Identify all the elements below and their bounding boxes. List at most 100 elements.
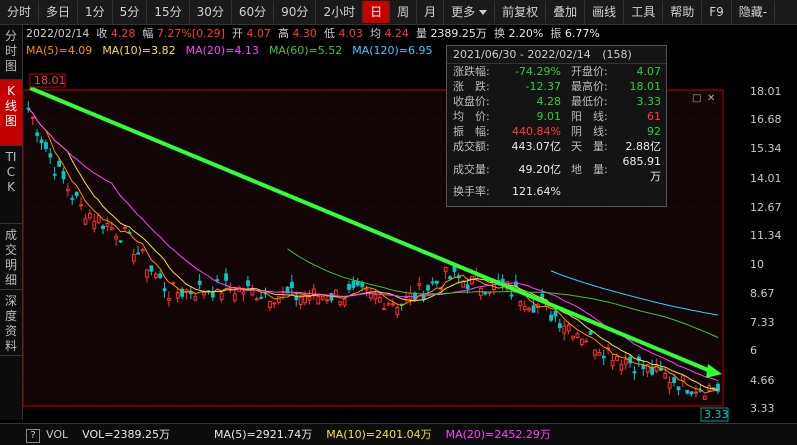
candle-body <box>465 284 470 290</box>
toolbar-item-7[interactable]: 90分 <box>274 1 317 23</box>
toolbar-item-14[interactable]: 叠加 <box>546 1 586 23</box>
left-tab-4[interactable]: 深度资料 <box>0 290 22 356</box>
toolbar-item-2[interactable]: 1分 <box>78 1 113 23</box>
y-axis-tick: 11.34 <box>750 229 782 242</box>
close-icon[interactable]: ✕ <box>707 94 717 104</box>
window-icon[interactable]: □ <box>692 94 702 104</box>
price-axis: 18.01 16.68 15.34 14.01 12.67 11.34 10 8.67 7.33… <box>750 85 782 415</box>
candle-body <box>623 358 628 365</box>
popup-cell-l2: 最高价: <box>571 80 608 93</box>
popup-cell-l2: 开盘价: <box>571 65 608 78</box>
candle-body <box>254 298 259 301</box>
candle-body <box>531 305 536 313</box>
chevron-down-icon <box>479 10 488 15</box>
candle-body <box>61 171 66 180</box>
candle-body <box>641 364 646 370</box>
toolbar-item-13[interactable]: 前复权 <box>495 1 547 23</box>
candle-body <box>241 291 246 295</box>
candle-body <box>426 285 431 291</box>
toolbar-item-15[interactable]: 画线 <box>585 1 625 23</box>
left-tab-2[interactable]: TICK <box>0 146 22 224</box>
popup-cell-v2: 18.01 <box>629 80 662 93</box>
candle-body <box>153 273 158 279</box>
candle-body <box>557 323 562 329</box>
candle-body <box>562 325 567 334</box>
toolbar-item-10[interactable]: 周 <box>390 1 418 23</box>
high-marker: 18.01 <box>34 74 66 87</box>
candle-body <box>584 340 589 343</box>
left-tab-3[interactable]: 成交明细 <box>0 224 22 290</box>
candle-body <box>382 308 387 311</box>
candle-body <box>593 349 597 356</box>
candle-body <box>215 279 220 282</box>
ma-legend-item: MA(20)=4.13 <box>185 44 259 57</box>
candle-body <box>109 227 114 230</box>
help-icon[interactable]: ? <box>26 429 40 443</box>
candle-body <box>632 371 637 374</box>
popup-cell-l: 涨 跌: <box>453 80 490 93</box>
popup-range: 2021/06/30 - 2022/02/14 <box>453 48 591 61</box>
quote-info-bar: 2022/02/14 收 4.28 幅 7.27%[0.29] 开 4.07 高… <box>26 27 600 40</box>
toolbar-item-8[interactable]: 2小时 <box>316 1 364 23</box>
toolbar-item-9[interactable]: 日 <box>363 1 391 23</box>
toolbar-item-4[interactable]: 15分 <box>147 1 190 23</box>
y-axis-tick: 7.33 <box>750 316 775 329</box>
popup-cell-v: -12.37 <box>525 80 561 93</box>
toolbar-item-17[interactable]: 帮助 <box>663 1 703 23</box>
interval-stats-popup[interactable]: 2021/06/30 - 2022/02/14 (158) 涨跌幅: -74.29… <box>446 45 667 207</box>
toolbar-item-1[interactable]: 多日 <box>39 1 79 23</box>
kline-chart[interactable]: 18.01 16.68 15.34 14.01 12.67 11.34 10 8.67 7.33… <box>0 0 797 444</box>
candle-body <box>92 220 97 230</box>
candle-body <box>158 273 163 278</box>
toolbar-item-5[interactable]: 30分 <box>190 1 232 23</box>
candle-body <box>259 296 264 299</box>
candle-body <box>369 291 373 299</box>
popup-row: 成交额: 443.07亿天 量: 2.88亿 <box>451 139 663 154</box>
candle-body <box>325 299 329 302</box>
candle-body <box>123 226 127 229</box>
candle-body <box>96 215 101 224</box>
popup-cell-l: 均 价: <box>453 110 490 123</box>
popup-cell-l2: 天 量: <box>571 140 608 153</box>
candle-body <box>672 377 676 383</box>
ma-legend: MA(5)=4.09 MA(10)=3.82 MA(20)=4.13 MA(60)=5… <box>26 43 443 59</box>
toolbar-item-more[interactable]: 更多 <box>444 1 496 23</box>
candle-body <box>391 303 395 306</box>
popup-cell-l2: 最低价: <box>571 95 608 108</box>
toolbar-item-0[interactable]: 分时 <box>0 1 40 23</box>
candle-body <box>35 132 40 136</box>
ma-legend-item: MA(10)=3.82 <box>102 44 176 57</box>
candle-body <box>364 288 369 291</box>
y-axis-tick: 4.66 <box>750 374 775 387</box>
candle-body <box>307 296 312 301</box>
candle-body <box>87 212 92 219</box>
popup-row: 振 幅: 440.84% 阴 线: 92 <box>451 124 663 139</box>
toolbar-item-18[interactable]: F9 <box>702 1 732 23</box>
popup-row: 成交量: 49.20亿地 量: 685.91万 <box>451 154 663 184</box>
volume-indicator-bar: ? VOL VOL=2389.25万 MA(5)=2921.74万 MA(10)=240… <box>0 423 797 445</box>
popup-row: 换手率: 121.64% <box>451 184 663 199</box>
candle-body <box>689 391 694 395</box>
candle-body <box>676 386 681 391</box>
candle-body <box>566 324 571 332</box>
popup-cell-v2: 3.33 <box>636 95 662 108</box>
candle-body <box>579 338 584 345</box>
candle-body <box>342 298 347 306</box>
vol-label[interactable]: VOL <box>46 428 68 441</box>
toolbar-item-3[interactable]: 5分 <box>113 1 148 23</box>
period-toolbar: 分时 多日 1分 5分 15分 30分 60分 90分 2小时日周月更多 前复权 叠加 画线 工具 帮助 F… <box>0 0 797 25</box>
low-marker: 3.33 <box>704 408 729 421</box>
toolbar-item-6[interactable]: 60分 <box>232 1 275 23</box>
left-tab-0[interactable]: 分时图 <box>0 25 22 80</box>
toolbar-item-11[interactable]: 月 <box>417 1 445 23</box>
candle-body <box>522 306 527 311</box>
candle-body <box>70 197 75 200</box>
toolbar-item-19[interactable]: 隐藏- <box>732 1 776 23</box>
toolbar-item-16[interactable]: 工具 <box>624 1 664 23</box>
turnover: 2.20% <box>508 27 544 40</box>
candle-body <box>131 253 136 262</box>
avg-price: 4.24 <box>384 27 409 40</box>
candle-body <box>527 307 532 311</box>
candle-body <box>101 225 105 230</box>
left-tab-1[interactable]: K线图 <box>0 80 22 146</box>
